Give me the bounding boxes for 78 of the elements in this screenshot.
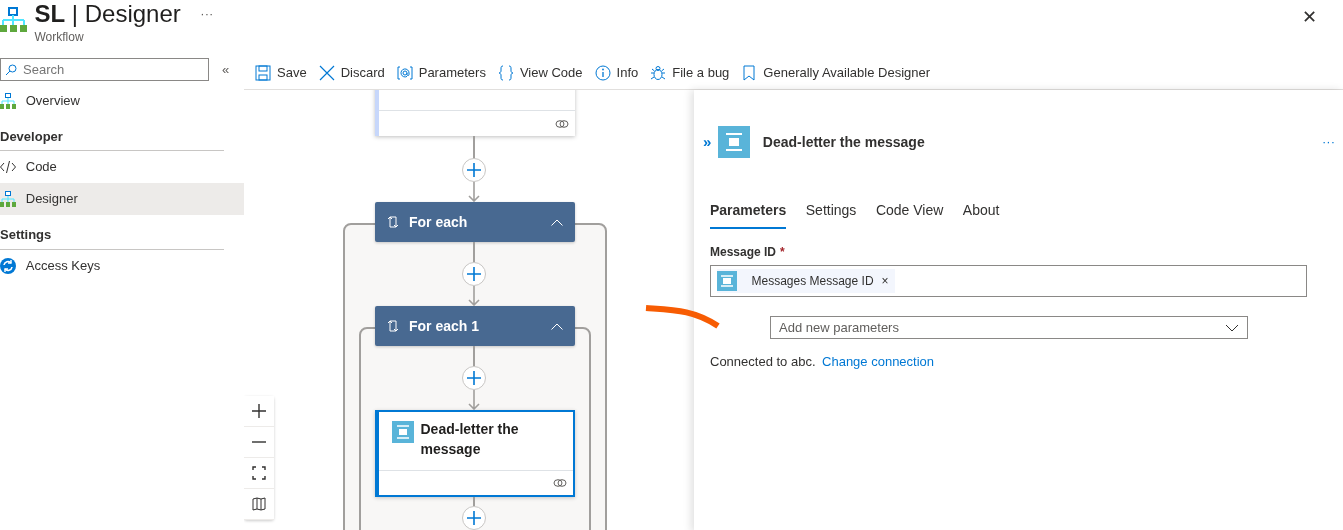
page-subtitle: Workflow xyxy=(34,29,85,46)
panel-tab[interactable]: Code View xyxy=(875,194,944,229)
map-button[interactable] xyxy=(244,489,274,520)
link-icon xyxy=(552,478,567,488)
add-parameters-dropdown[interactable]: Add new parameters xyxy=(770,316,1248,340)
close-icon xyxy=(318,65,335,81)
close-icon[interactable]: ✕ xyxy=(1302,4,1317,31)
sidebar-item[interactable]: Code xyxy=(0,151,244,183)
plus-icon xyxy=(467,511,481,525)
workflow-icon xyxy=(0,6,28,35)
chevron-up-icon xyxy=(551,322,563,330)
toolbar-button[interactable]: Discard xyxy=(312,58,391,88)
fit-view-button[interactable] xyxy=(244,458,274,489)
chevron-down-icon xyxy=(1225,323,1239,332)
loop-icon xyxy=(387,216,399,228)
action-card[interactable]: Dead-letter the message xyxy=(375,410,575,497)
toolbar-button[interactable]: Generally Available Designer xyxy=(735,58,937,88)
connector-arrow xyxy=(468,182,480,202)
loop-header[interactable]: For each xyxy=(375,202,575,242)
collapse-panel-icon[interactable]: » xyxy=(703,130,712,154)
more-icon[interactable]: ··· xyxy=(1322,132,1335,152)
plus-icon xyxy=(467,371,481,385)
connector-line xyxy=(473,242,475,262)
field-label: Message ID * xyxy=(710,245,785,259)
change-connection-link[interactable]: Change connection xyxy=(822,352,935,372)
sidebar-item[interactable]: Overview xyxy=(0,84,244,117)
save-icon xyxy=(255,65,271,81)
bookmark-icon xyxy=(741,65,758,81)
message-icon xyxy=(392,420,414,443)
add-step-button[interactable] xyxy=(462,158,486,182)
toolbar-button[interactable]: Parameters xyxy=(390,58,492,88)
connector-arrow xyxy=(468,390,480,410)
action-title: Dead-letter the message xyxy=(420,419,520,459)
map-icon xyxy=(252,497,266,511)
panel-tab[interactable]: About xyxy=(962,194,1000,229)
toolbar-button[interactable]: File a bug xyxy=(644,58,736,88)
connection-text: Connected to abc. xyxy=(710,353,816,372)
zoom-out-button[interactable] xyxy=(244,427,274,458)
message-id-field[interactable]: Messages Message ID × xyxy=(710,264,1307,297)
connector-line xyxy=(473,136,475,160)
zoom-in-icon xyxy=(252,404,266,418)
sidebar-item[interactable]: Designer xyxy=(0,183,244,215)
plus-icon xyxy=(467,163,481,177)
more-icon[interactable]: ··· xyxy=(200,4,214,24)
link-icon xyxy=(554,118,569,129)
toolbar-button[interactable]: Save xyxy=(249,58,313,88)
toolbar-button[interactable]: Info xyxy=(588,58,645,88)
section-heading: Developer xyxy=(0,116,224,151)
collapse-icon[interactable]: « xyxy=(222,60,230,80)
connector-arrow xyxy=(468,286,480,306)
loop-icon xyxy=(387,320,399,332)
bug-icon xyxy=(650,65,667,81)
panel-tab[interactable]: Parameters xyxy=(710,194,787,229)
chevron-up-icon xyxy=(551,218,563,226)
zoom-in-button[interactable] xyxy=(244,396,274,427)
remove-token-button[interactable]: × xyxy=(881,271,889,290)
token-chip[interactable]: Messages Message ID × xyxy=(717,268,895,293)
toolbar-button[interactable]: View Code xyxy=(491,58,589,88)
connector-line xyxy=(473,346,475,366)
code-icon xyxy=(0,160,16,174)
message-icon xyxy=(717,126,750,158)
braces-icon xyxy=(497,65,514,81)
plus-icon xyxy=(467,267,481,281)
workflow-icon xyxy=(0,92,16,109)
refresh-icon xyxy=(0,257,16,274)
page-title: SL | Designer xyxy=(34,0,181,28)
workflow-icon xyxy=(0,191,16,207)
info-icon xyxy=(594,65,611,81)
message-icon xyxy=(717,270,737,291)
fit-view-icon xyxy=(252,466,266,480)
sidebar-item[interactable]: Access Keys xyxy=(0,249,244,282)
parameters-icon xyxy=(396,65,413,81)
dropdown-placeholder: Add new parameters xyxy=(779,319,899,337)
loop-header[interactable]: For each 1 xyxy=(375,306,575,346)
search-field[interactable]: Search xyxy=(0,58,209,82)
section-heading: Settings xyxy=(0,215,224,250)
panel-title: Dead-letter the message xyxy=(762,132,926,152)
panel-tab[interactable]: Settings xyxy=(805,194,857,229)
